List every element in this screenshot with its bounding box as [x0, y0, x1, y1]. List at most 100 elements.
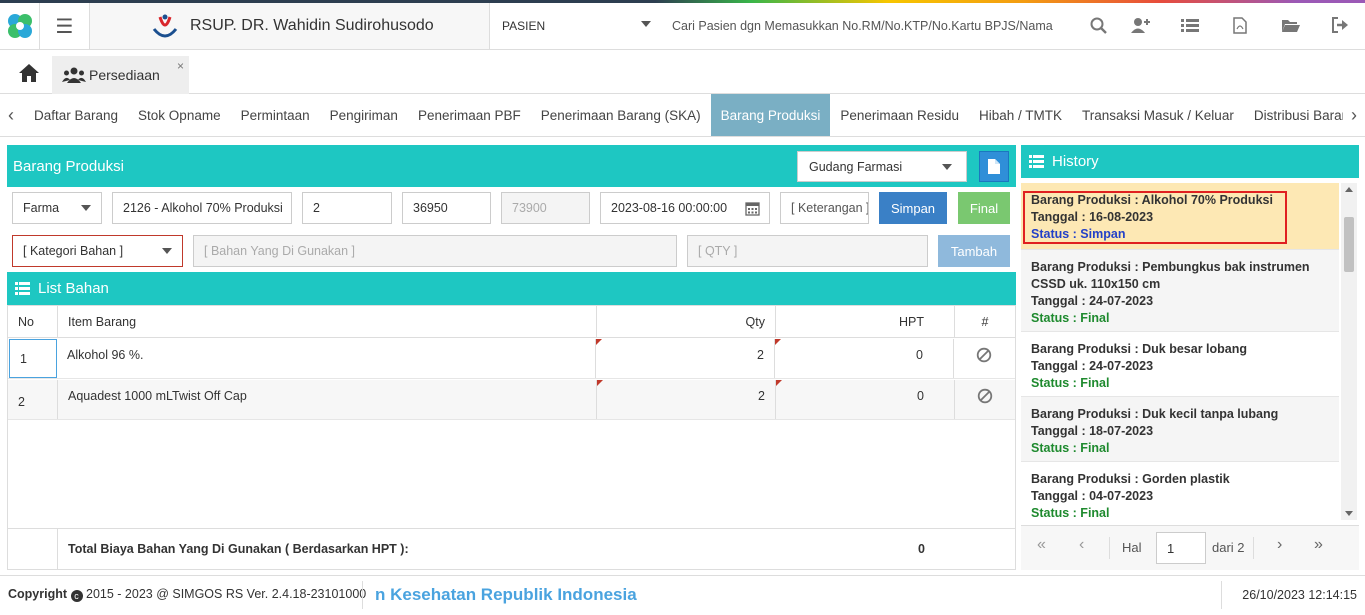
close-tab-icon[interactable]: × — [177, 59, 184, 73]
column-header-hpt: HPT — [776, 306, 955, 337]
subnav-penerimaan-pbf[interactable]: Penerimaan PBF — [408, 94, 531, 136]
page-count: dari 2 — [1212, 540, 1245, 555]
column-header-no: No — [8, 306, 58, 337]
datetime-value: 2023-08-16 00:00:00 — [611, 201, 728, 215]
scroll-up-icon[interactable] — [1345, 187, 1353, 192]
subnav-penerimaan-residu[interactable]: Penerimaan Residu — [830, 94, 969, 136]
logout-icon[interactable] — [1330, 15, 1350, 35]
panel-title: Barang Produksi — [13, 157, 124, 175]
qty-input[interactable]: 2 — [302, 192, 392, 224]
history-scrollbar[interactable] — [1341, 183, 1357, 520]
column-header-qty: Qty — [597, 306, 776, 337]
add-button: Tambah — [938, 235, 1010, 267]
material-category-select[interactable]: [ Kategori Bahan ] — [12, 235, 183, 267]
pager-divider — [1253, 537, 1254, 559]
column-header-item: Item Barang — [58, 306, 597, 337]
scroll-down-icon[interactable] — [1345, 511, 1353, 516]
history-header: History — [1021, 145, 1359, 178]
patient-selector-label: PASIEN — [502, 19, 546, 33]
row-no-cell[interactable]: 2 — [8, 380, 58, 419]
subnav-hibah-tmtk[interactable]: Hibah / TMTK — [969, 94, 1072, 136]
table-total-row: Total Biaya Bahan Yang Di Gunakan ( Berd… — [8, 528, 1015, 569]
row-remove-cell — [955, 380, 1015, 419]
add-user-icon[interactable] — [1130, 15, 1150, 35]
history-item-name: Barang Produksi : Pembungkus bak instrum… — [1031, 260, 1310, 291]
subnav-penerimaan-barang-ska[interactable]: Penerimaan Barang (SKA) — [531, 94, 711, 136]
page-input[interactable]: 1 — [1156, 532, 1206, 564]
row-qty-cell[interactable]: 2 — [597, 380, 776, 419]
app-logo[interactable] — [0, 3, 40, 49]
subnav-permintaan[interactable]: Permintaan — [231, 94, 320, 136]
history-item[interactable]: Barang Produksi : Gorden plastik Tanggal… — [1021, 462, 1339, 520]
footer-marquee: n Kesehatan Republik Indonesia — [362, 581, 1222, 609]
category-value: Farma — [23, 201, 60, 215]
price-input[interactable]: 36950 — [402, 192, 491, 224]
list-icon[interactable] — [1180, 15, 1200, 35]
folder-open-icon[interactable] — [1280, 15, 1300, 35]
note-input[interactable]: [ Keterangan ] — [780, 192, 869, 224]
total-value: 0 — [918, 542, 925, 556]
footer: Copyright c 2015 - 2023 @ SIMGOS RS Ver.… — [0, 575, 1365, 615]
chevron-down-icon — [81, 205, 91, 211]
chevron-right-icon[interactable]: › — [1343, 94, 1365, 136]
calendar-icon[interactable] — [745, 201, 760, 216]
copyright-label: Copyright — [8, 587, 68, 601]
row-qty-cell[interactable]: 2 — [596, 339, 775, 378]
history-item[interactable]: Barang Produksi : Pembungkus bak instrum… — [1021, 250, 1339, 332]
row-no-cell[interactable]: 1 — [9, 339, 57, 378]
subnav-barang-produksi[interactable]: Barang Produksi — [710, 94, 831, 136]
subnav-daftar-barang[interactable]: Daftar Barang — [24, 94, 128, 136]
save-button[interactable]: Simpan — [879, 192, 947, 224]
history-item-name: Barang Produksi : Duk besar lobang — [1031, 342, 1248, 356]
sub-navigation-items: Daftar Barang Stok Opname Permintaan Pen… — [24, 94, 1365, 136]
ban-icon[interactable] — [977, 388, 993, 404]
history-item-date: Tanggal : 24-07-2023 — [1031, 294, 1154, 308]
row-remove-cell — [954, 339, 1014, 378]
first-page-icon[interactable]: « — [1037, 536, 1046, 554]
users-icon — [62, 67, 86, 83]
last-page-icon[interactable]: » — [1314, 536, 1323, 554]
copyright-text: 2015 - 2023 @ SIMGOS RS Ver. 2.4.18-2310… — [86, 587, 367, 601]
document-icon — [988, 159, 1000, 174]
warehouse-value: Gudang Farmasi — [809, 159, 903, 174]
chevron-down-icon — [162, 248, 172, 254]
warehouse-select[interactable]: Gudang Farmasi — [797, 151, 967, 182]
history-pager: « ‹ Hal 1 dari 2 › » — [1021, 525, 1359, 570]
list-icon — [1029, 155, 1044, 168]
chevron-left-icon[interactable]: ‹ — [0, 94, 22, 136]
history-item-date: Tanggal : 18-07-2023 — [1031, 424, 1154, 438]
history-item[interactable]: Barang Produksi : Duk besar lobang Tangg… — [1021, 332, 1339, 397]
total-label: Total Biaya Bahan Yang Di Gunakan ( Berd… — [68, 542, 409, 556]
top-bar: ☰ RSUP. DR. Wahidin Sudirohusodo PASIEN … — [0, 0, 1365, 50]
hamburger-menu-icon[interactable]: ☰ — [40, 3, 90, 49]
datetime-input[interactable]: 2023-08-16 00:00:00 — [600, 192, 770, 224]
pdf-file-icon[interactable] — [1230, 15, 1250, 35]
final-button[interactable]: Final — [958, 192, 1010, 224]
row-hpt-cell: 0 — [776, 380, 955, 419]
patient-selector[interactable]: PASIEN — [491, 3, 659, 49]
category-select[interactable]: Farma — [12, 192, 102, 224]
subnav-stok-opname[interactable]: Stok Opname — [128, 94, 231, 136]
table-header-row: No Item Barang Qty HPT # — [8, 306, 1015, 338]
table-row[interactable]: 2 Aquadest 1000 mLTwist Off Cap 2 0 — [8, 380, 1015, 420]
table-row[interactable]: 1 Alkohol 96 %. 2 0 — [8, 339, 1015, 379]
subnav-transaksi-masuk-keluar[interactable]: Transaksi Masuk / Keluar — [1072, 94, 1244, 136]
patient-search-input[interactable]: Cari Pasien dgn Memasukkan No.RM/No.KTP/… — [672, 3, 1072, 49]
pager-divider — [1109, 537, 1110, 559]
materials-table: No Item Barang Qty HPT # 1 Alkohol 96 %.… — [7, 305, 1016, 570]
scroll-thumb[interactable] — [1344, 217, 1354, 272]
history-item[interactable]: Barang Produksi : Duk kecil tanpa lubang… — [1021, 397, 1339, 462]
home-icon[interactable] — [18, 63, 40, 83]
tab-persediaan[interactable]: Persediaan × — [52, 56, 189, 94]
new-document-button[interactable] — [979, 151, 1009, 182]
barang-produksi-panel: Barang Produksi Gudang Farmasi Farma 212… — [7, 145, 1016, 570]
item-input[interactable]: 2126 - Alkohol 70% Produksi — [112, 192, 292, 224]
next-page-icon[interactable]: › — [1277, 536, 1282, 554]
history-item[interactable]: Barang Produksi : Alkohol 70% Produksi T… — [1021, 183, 1339, 250]
hospital-name: RSUP. DR. Wahidin Sudirohusodo — [190, 17, 434, 34]
ban-icon[interactable] — [976, 347, 992, 363]
search-icon[interactable] — [1088, 15, 1108, 35]
tab-persediaan-label: Persediaan — [89, 67, 160, 83]
prev-page-icon[interactable]: ‹ — [1079, 536, 1084, 554]
subnav-pengiriman[interactable]: Pengiriman — [320, 94, 408, 136]
